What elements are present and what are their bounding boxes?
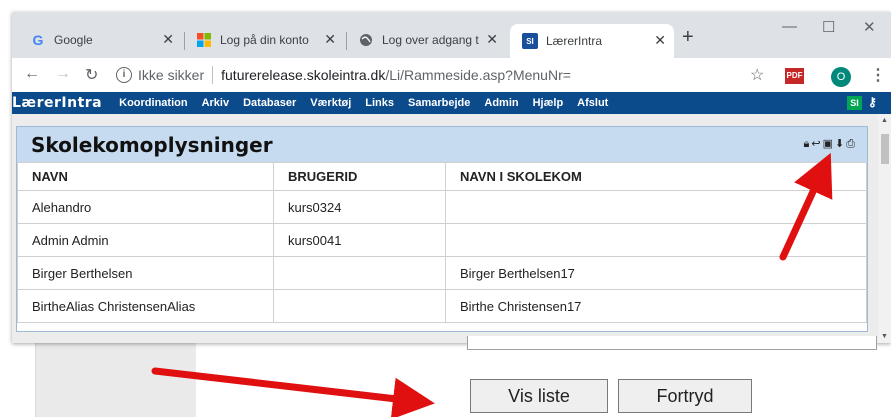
table-row[interactable]: Birger Berthelsen Birger Berthelsen17 bbox=[17, 256, 867, 290]
tab-access-log[interactable]: Log over adgang t ✕ bbox=[346, 26, 506, 54]
nav-vaerktoj[interactable]: Værktøj bbox=[310, 97, 351, 109]
panel-header: Skolekomoplysninger 🔒︎↩▣⬇⎙ bbox=[17, 127, 867, 162]
info-icon[interactable]: i bbox=[116, 67, 132, 83]
nav-links[interactable]: Links bbox=[365, 97, 394, 109]
address-bar[interactable]: i Ikke sikker futurerelease.skoleintra.d… bbox=[116, 63, 756, 87]
scroll-down-icon[interactable]: ▼ bbox=[881, 333, 888, 340]
cell-brugerid bbox=[273, 256, 446, 290]
nav-arkiv[interactable]: Arkiv bbox=[202, 97, 230, 109]
page-scrollbar[interactable]: ▲ ▼ bbox=[878, 114, 891, 343]
tab-title: Log på din konto bbox=[220, 33, 309, 47]
skolekom-panel: Skolekomoplysninger 🔒︎↩▣⬇⎙ NAVN BRUGERID… bbox=[16, 126, 868, 332]
scroll-thumb[interactable] bbox=[881, 134, 889, 164]
forward-arrow-icon[interactable]: → bbox=[55, 65, 71, 83]
close-icon[interactable]: ✕ bbox=[324, 31, 336, 48]
close-window-icon[interactable]: ✕ bbox=[863, 18, 876, 36]
key-icon[interactable]: ⚷ bbox=[868, 95, 877, 109]
pdf-extension-icon[interactable]: PDF bbox=[785, 68, 804, 84]
panel-title: Skolekomoplysninger bbox=[31, 133, 273, 157]
cell-brugerid: kurs0041 bbox=[273, 223, 446, 257]
select-dropdown[interactable] bbox=[467, 336, 877, 350]
si-logo-badge: SI bbox=[847, 96, 862, 110]
back-arrow-icon[interactable]: ← bbox=[24, 65, 40, 83]
tab-title: LærerIntra bbox=[546, 34, 603, 48]
menu-dots-icon[interactable]: ⋮ bbox=[870, 65, 886, 85]
cell-brugerid bbox=[273, 289, 446, 323]
address-divider bbox=[212, 66, 214, 84]
cell-brugerid: kurs0324 bbox=[273, 190, 446, 224]
browser-toolbar: ← → ↻ i Ikke sikker futurerelease.skolei… bbox=[12, 58, 891, 92]
download-icon[interactable]: ⬇ bbox=[835, 138, 846, 150]
page-gray-column bbox=[36, 343, 196, 417]
tab-laererintra[interactable]: SI LærerIntra ✕ bbox=[510, 24, 674, 58]
nav-afslut[interactable]: Afslut bbox=[577, 97, 608, 109]
maximize-icon[interactable]: ☐ bbox=[822, 18, 835, 36]
si-icon: SI bbox=[522, 33, 538, 49]
close-icon[interactable]: ✕ bbox=[486, 31, 498, 48]
nav-hjaelp[interactable]: Hjælp bbox=[533, 97, 564, 109]
cell-skolekom-navn bbox=[445, 223, 867, 257]
cell-navn: Alehandro bbox=[17, 190, 274, 224]
site-logo[interactable]: LærerIntra bbox=[12, 95, 102, 111]
column-header-navn-i-skolekom: NAVN I SKOLEKOM bbox=[445, 162, 867, 191]
tab-google[interactable]: G Google ✕ bbox=[18, 26, 182, 54]
microsoft-icon bbox=[196, 32, 212, 48]
minimize-icon[interactable]: — bbox=[782, 18, 797, 35]
tab-strip: G Google ✕ Log på din konto ✕ Log over a… bbox=[12, 12, 891, 58]
cell-navn: BirtheAlias ChristensenAlias bbox=[17, 289, 274, 323]
close-icon[interactable]: ✕ bbox=[654, 32, 666, 49]
cell-navn: Admin Admin bbox=[17, 223, 274, 257]
panel-toolbar: 🔒︎↩▣⬇⎙ bbox=[803, 137, 857, 151]
page-left-margin bbox=[0, 343, 36, 417]
cell-skolekom-navn: Birger Berthelsen17 bbox=[445, 256, 867, 290]
site-nav-bar: LærerIntra Koordination Arkiv Databaser … bbox=[12, 92, 891, 114]
save-icon[interactable]: ▣ bbox=[823, 138, 835, 150]
table-row[interactable]: Alehandro kurs0324 bbox=[17, 190, 867, 224]
nav-databaser[interactable]: Databaser bbox=[243, 97, 296, 109]
cancel-button[interactable]: Fortryd bbox=[618, 379, 752, 413]
cell-skolekom-navn bbox=[445, 190, 867, 224]
star-icon[interactable]: ☆ bbox=[750, 65, 764, 85]
url-path: /Li/Rammeside.asp?MenuNr= bbox=[385, 67, 571, 83]
column-header-navn: NAVN bbox=[17, 162, 274, 191]
scroll-up-icon[interactable]: ▲ bbox=[881, 117, 888, 124]
print-icon[interactable]: ⎙ bbox=[846, 138, 857, 150]
globe-icon bbox=[358, 32, 374, 48]
google-icon: G bbox=[32, 32, 44, 48]
url-host: futurerelease.skoleintra.dk bbox=[221, 67, 386, 83]
reload-icon[interactable]: ↻ bbox=[85, 65, 98, 85]
cell-skolekom-navn: Birthe Christensen17 bbox=[445, 289, 867, 323]
column-header-brugerid: BRUGERID bbox=[273, 162, 446, 191]
close-icon[interactable]: ✕ bbox=[162, 31, 174, 48]
nav-samarbejde[interactable]: Samarbejde bbox=[408, 97, 470, 109]
profile-avatar[interactable]: O bbox=[831, 67, 851, 87]
tab-title: Google bbox=[54, 33, 93, 47]
security-label: Ikke sikker bbox=[138, 67, 205, 83]
tab-microsoft-login[interactable]: Log på din konto ✕ bbox=[184, 26, 344, 54]
skolekom-table: NAVN BRUGERID NAVN I SKOLEKOM Alehandro … bbox=[17, 162, 867, 323]
table-row[interactable]: Admin Admin kurs0041 bbox=[17, 223, 867, 257]
table-row[interactable]: BirtheAlias ChristensenAlias Birthe Chri… bbox=[17, 289, 867, 323]
cell-navn: Birger Berthelsen bbox=[17, 256, 274, 290]
tab-title: Log over adgang t bbox=[382, 33, 479, 47]
new-tab-icon[interactable]: + bbox=[682, 26, 694, 49]
table-header-row: NAVN BRUGERID NAVN I SKOLEKOM bbox=[17, 162, 867, 191]
show-list-button[interactable]: Vis liste bbox=[470, 379, 608, 413]
nav-koordination[interactable]: Koordination bbox=[119, 97, 187, 109]
nav-admin[interactable]: Admin bbox=[484, 97, 518, 109]
export-icon[interactable]: ↩ bbox=[811, 138, 822, 150]
